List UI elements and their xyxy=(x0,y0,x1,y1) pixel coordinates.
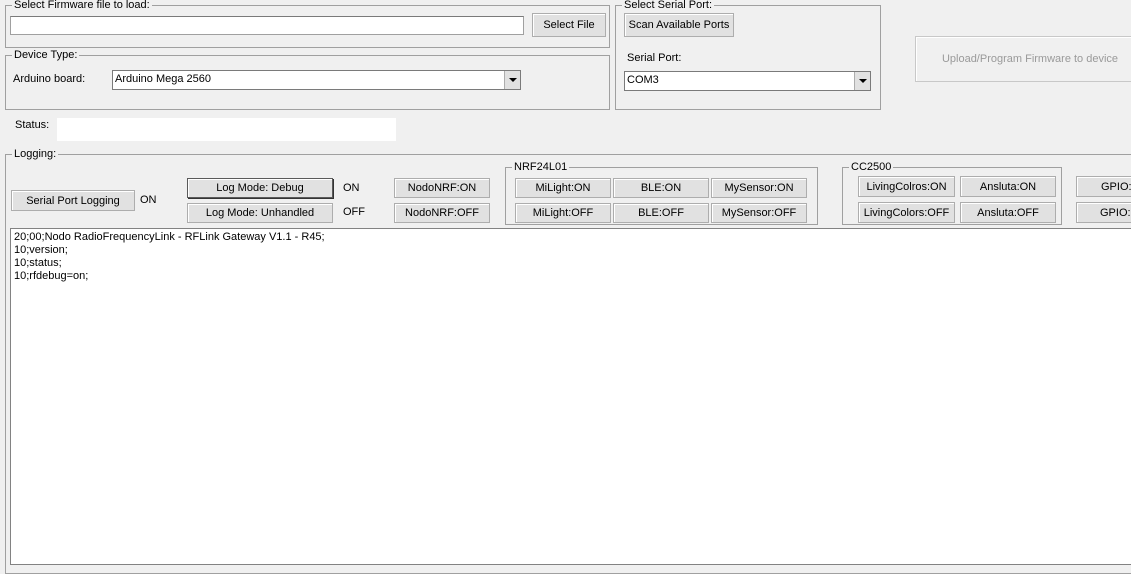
serial-port-legend: Select Serial Port: xyxy=(624,0,713,11)
ble-on-button[interactable]: BLE:ON xyxy=(613,178,709,198)
arduino-board-select[interactable]: Arduino Mega 2560 xyxy=(112,70,521,90)
livingcolros-on-button[interactable]: LivingColros:ON xyxy=(858,176,955,197)
milight-off-button[interactable]: MiLight:OFF xyxy=(515,203,611,223)
serial-port-logging-state: ON xyxy=(140,194,157,206)
select-file-button[interactable]: Select File xyxy=(532,13,606,37)
status-label: Status: xyxy=(15,119,50,131)
scan-ports-button[interactable]: Scan Available Ports xyxy=(624,13,734,37)
log-mode-unhandled-button[interactable]: Log Mode: Unhandled xyxy=(187,203,333,223)
serial-port-value: COM3 xyxy=(627,74,659,86)
ansluta-off-button[interactable]: Ansluta:OFF xyxy=(960,202,1056,223)
cc2500-legend: CC2500 xyxy=(851,161,892,173)
nodonrf-off-button[interactable]: NodoNRF:OFF xyxy=(394,203,490,223)
mysensor-on-button[interactable]: MySensor:ON xyxy=(711,178,807,198)
logging-legend: Logging: xyxy=(14,148,57,160)
mysensor-off-button[interactable]: MySensor:OFF xyxy=(711,203,807,223)
ansluta-on-button[interactable]: Ansluta:ON xyxy=(960,176,1056,197)
nodonrf-on-button[interactable]: NodoNRF:ON xyxy=(394,178,490,198)
log-line: 20;00;Nodo RadioFrequencyLink - RFLink G… xyxy=(14,231,325,243)
chevron-down-icon[interactable] xyxy=(854,72,870,90)
status-field xyxy=(57,118,396,141)
livingcolors-off-button[interactable]: LivingColors:OFF xyxy=(858,202,955,223)
gpio-on-label: GPIO: xyxy=(1101,180,1131,193)
firmware-group-legend: Select Firmware file to load: xyxy=(14,0,150,11)
log-mode-debug-button[interactable]: Log Mode: Debug xyxy=(187,178,333,198)
log-mode-unhandled-state: OFF xyxy=(343,206,365,218)
arduino-board-value: Arduino Mega 2560 xyxy=(115,73,212,85)
serial-port-logging-button[interactable]: Serial Port Logging xyxy=(11,190,135,211)
device-type-legend: Device Type: xyxy=(14,49,78,61)
serial-port-label: Serial Port: xyxy=(627,52,682,64)
gpio-off-label: GPIO:( xyxy=(1100,206,1131,219)
serial-port-select[interactable]: COM3 xyxy=(624,71,871,91)
firmware-file-input[interactable] xyxy=(10,16,524,35)
chevron-down-icon[interactable] xyxy=(504,71,520,89)
log-line: 10;status; xyxy=(14,257,62,269)
gpio-on-button[interactable]: GPIO: xyxy=(1076,176,1131,197)
gpio-off-button[interactable]: GPIO:( xyxy=(1076,202,1131,223)
log-line: 10;rfdebug=on; xyxy=(14,270,89,282)
arduino-board-label: Arduino board: xyxy=(13,73,86,85)
log-mode-debug-state: ON xyxy=(343,182,360,194)
ble-off-button[interactable]: BLE:OFF xyxy=(613,203,709,223)
log-output[interactable]: 20;00;Nodo RadioFrequencyLink - RFLink G… xyxy=(10,228,1131,565)
nrf24l01-legend: NRF24L01 xyxy=(514,161,568,173)
upload-firmware-button[interactable]: Upload/Program Firmware to device xyxy=(915,36,1131,82)
milight-on-button[interactable]: MiLight:ON xyxy=(515,178,611,198)
log-line: 10;version; xyxy=(14,244,68,256)
